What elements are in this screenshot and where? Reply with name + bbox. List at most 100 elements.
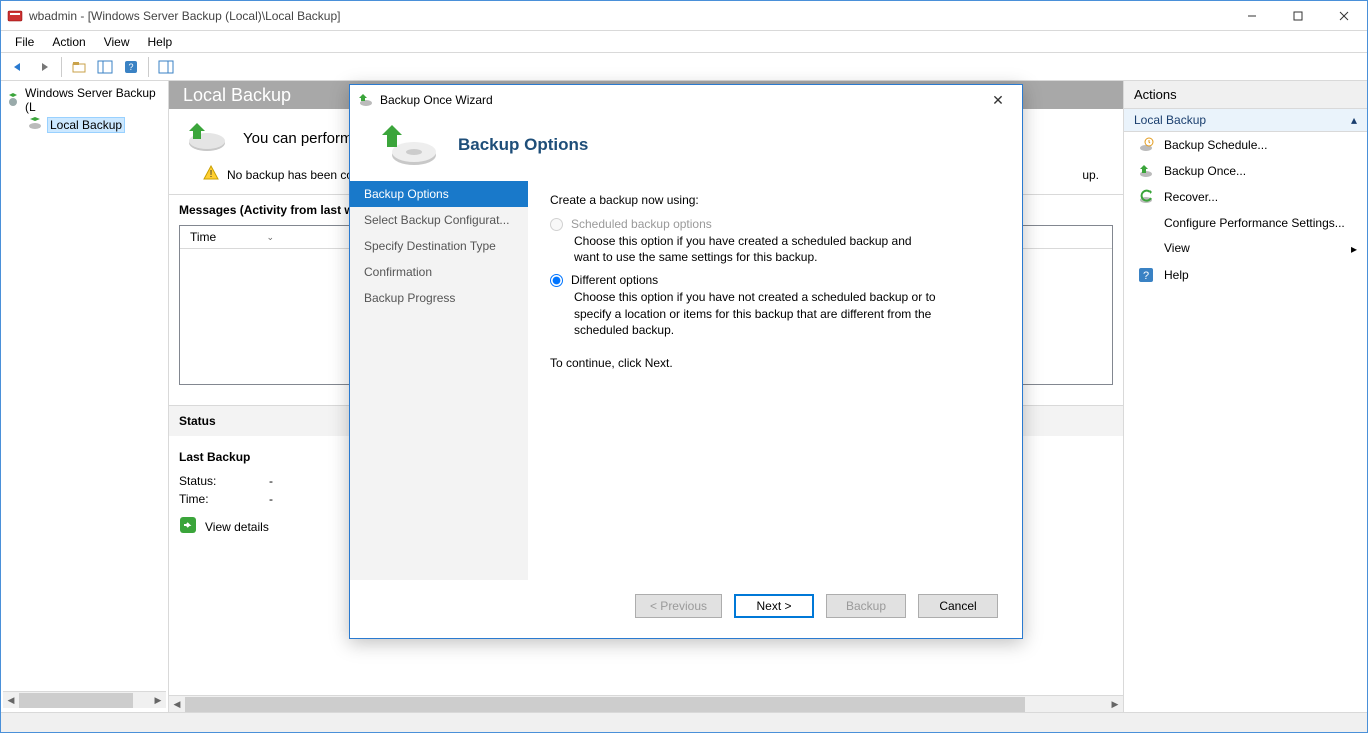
tree-hscroll[interactable]: ◀ ▶ [3, 691, 166, 708]
close-button[interactable] [1321, 1, 1367, 30]
schedule-icon [1138, 137, 1154, 153]
action-backup-schedule[interactable]: Backup Schedule... [1124, 132, 1367, 158]
scroll-thumb[interactable] [19, 693, 133, 708]
tree-pane: Windows Server Backup (L Local Backup ◀ … [1, 81, 169, 712]
help-toolbar-button[interactable]: ? [120, 56, 142, 78]
svg-text:?: ? [1143, 270, 1149, 282]
prompt: Create a backup now using: [550, 193, 1000, 207]
previous-button: < Previous [635, 594, 722, 618]
titlebar: wbadmin - [Windows Server Backup (Local)… [1, 1, 1367, 31]
wizard-icon [358, 92, 374, 108]
svg-text:!: ! [210, 169, 213, 180]
action-configure-perf[interactable]: Configure Performance Settings... [1124, 210, 1367, 236]
radio-different[interactable]: Different options [550, 273, 1000, 287]
tree-root-label: Windows Server Backup (L [25, 86, 164, 114]
wizard-hero-icon [380, 121, 440, 169]
action-label: Recover... [1164, 190, 1218, 204]
backup-button: Backup [826, 594, 906, 618]
recover-icon [1138, 189, 1154, 205]
step-select-config[interactable]: Select Backup Configurat... [350, 207, 528, 233]
toolbar: ? [1, 53, 1367, 81]
step-backup-options[interactable]: Backup Options [350, 181, 528, 207]
action-label: Configure Performance Settings... [1164, 216, 1345, 230]
view-details-link[interactable]: View details [205, 520, 269, 534]
actions-group-header[interactable]: Local Backup ▴ [1124, 109, 1367, 132]
warn-tail: up. [1082, 168, 1099, 182]
time-label: Time: [179, 492, 229, 506]
next-button[interactable]: Next > [734, 594, 814, 618]
action-help[interactable]: ? Help [1124, 262, 1367, 288]
scroll-thumb[interactable] [185, 697, 1025, 712]
svg-text:?: ? [128, 62, 133, 72]
radio-scheduled-input [550, 218, 563, 231]
actions-title: Actions [1124, 81, 1367, 109]
show-hide-tree-button[interactable] [94, 56, 116, 78]
dialog-close-button[interactable]: ✕ [982, 92, 1014, 109]
scroll-left-icon[interactable]: ◀ [169, 696, 185, 713]
chevron-down-icon: ⌄ [266, 232, 274, 243]
action-backup-once[interactable]: Backup Once... [1124, 158, 1367, 184]
warning-icon: ! [193, 165, 219, 184]
dialog-titlebar: Backup Once Wizard ✕ [350, 85, 1022, 115]
radio-scheduled: Scheduled backup options [550, 217, 1000, 231]
col-time[interactable]: Time⌄ [180, 226, 280, 248]
actions-group-label: Local Backup [1134, 113, 1206, 127]
backup-hero-icon [183, 119, 231, 157]
server-backup-icon [5, 91, 21, 110]
time-value: - [269, 492, 273, 506]
radio-different-label: Different options [571, 273, 658, 287]
dialog-title: Backup Once Wizard [380, 93, 982, 107]
app-icon [7, 8, 23, 24]
action-recover[interactable]: Recover... [1124, 184, 1367, 210]
statusbar [1, 712, 1367, 732]
radio-different-input[interactable] [550, 274, 563, 287]
tree-local-backup[interactable]: Local Backup [25, 115, 166, 134]
scroll-right-icon[interactable]: ▶ [150, 692, 166, 709]
action-label: View [1164, 241, 1190, 257]
menu-action[interactable]: Action [44, 33, 93, 51]
local-backup-icon [27, 116, 43, 133]
menubar: File Action View Help [1, 31, 1367, 53]
blank-icon [1138, 215, 1154, 231]
dialog-page-title: Backup Options [458, 135, 588, 155]
tree-child-label: Local Backup [47, 117, 125, 133]
step-destination[interactable]: Specify Destination Type [350, 233, 528, 259]
backup-once-icon [1138, 163, 1154, 179]
action-view[interactable]: View ▸ [1124, 236, 1367, 262]
action-label: Backup Once... [1164, 164, 1246, 178]
up-button[interactable] [68, 56, 90, 78]
scroll-left-icon[interactable]: ◀ [3, 692, 19, 709]
menu-view[interactable]: View [96, 33, 138, 51]
subhead-text: You can perform [243, 130, 353, 147]
maximize-button[interactable] [1275, 1, 1321, 30]
actions-pane: Actions Local Backup ▴ Backup Schedule..… [1123, 81, 1367, 712]
action-label: Help [1164, 268, 1189, 282]
help-icon: ? [1138, 267, 1154, 283]
radio-scheduled-label: Scheduled backup options [571, 217, 712, 231]
cancel-button[interactable]: Cancel [918, 594, 998, 618]
step-confirmation[interactable]: Confirmation [350, 259, 528, 285]
scroll-right-icon[interactable]: ▶ [1107, 696, 1123, 713]
action-label: Backup Schedule... [1164, 138, 1267, 152]
blank-icon [1138, 241, 1154, 257]
status-label: Status: [179, 474, 229, 488]
window-title: wbadmin - [Windows Server Backup (Local)… [29, 9, 1229, 23]
continue-text: To continue, click Next. [550, 356, 1000, 370]
center-hscroll[interactable]: ◀ ▶ [169, 695, 1123, 712]
wizard-steps: Backup Options Select Backup Configurat.… [350, 181, 528, 580]
show-hide-action-button[interactable] [155, 56, 177, 78]
step-progress[interactable]: Backup Progress [350, 285, 528, 311]
radio-scheduled-desc: Choose this option if you have created a… [574, 233, 934, 265]
minimize-button[interactable] [1229, 1, 1275, 30]
nav-forward-button[interactable] [33, 56, 55, 78]
view-details-icon [179, 516, 197, 537]
backup-once-wizard-dialog: Backup Once Wizard ✕ Backup Options Back… [349, 84, 1023, 639]
chevron-right-icon: ▸ [1351, 242, 1357, 256]
status-value: - [269, 474, 273, 488]
nav-back-button[interactable] [7, 56, 29, 78]
collapse-icon: ▴ [1351, 113, 1357, 127]
radio-different-desc: Choose this option if you have not creat… [574, 289, 944, 338]
menu-file[interactable]: File [7, 33, 42, 51]
tree-root[interactable]: Windows Server Backup (L [3, 85, 166, 115]
menu-help[interactable]: Help [140, 33, 181, 51]
